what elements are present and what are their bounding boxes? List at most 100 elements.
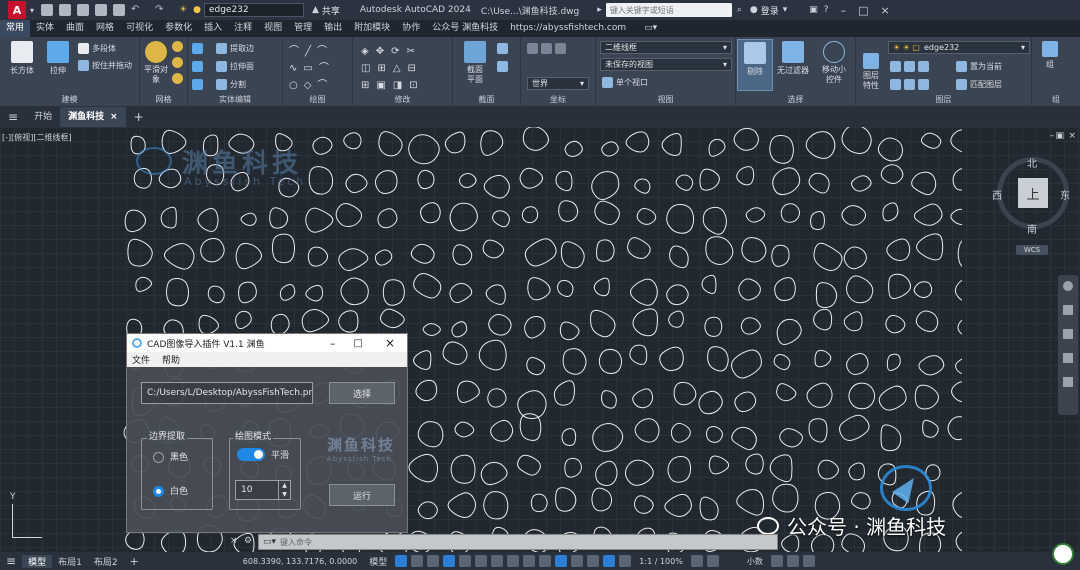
compass-north[interactable]: 北 [1027,155,1037,170]
blob-contour[interactable] [271,233,296,264]
blob-contour[interactable] [564,140,583,157]
radio-white[interactable]: 白色 [153,484,188,497]
run-button[interactable]: 运行 [329,484,395,506]
blob-contour[interactable] [815,282,838,309]
isolate-icon[interactable] [786,555,799,567]
blob-contour[interactable] [701,274,717,294]
blob-contour[interactable] [420,202,441,224]
blob-contour[interactable] [408,134,440,165]
blob-contour[interactable] [673,381,697,406]
compass-south[interactable]: 南 [1027,221,1037,236]
blob-contour[interactable] [634,178,651,194]
blob-contour[interactable] [954,278,962,302]
blob-contour[interactable] [526,356,546,376]
plugin-dialog[interactable]: CAD图像导入插件 V1.1 渊鱼 – □ × 文件 帮助 C:/Users/L… [126,333,408,533]
lineweight-icon[interactable] [507,555,520,567]
blob-contour[interactable] [269,207,289,229]
solid-intersect-button[interactable] [192,79,206,90]
blob-contour[interactable] [559,321,580,341]
radio-black-icon[interactable] [153,452,164,463]
radio-white-icon[interactable] [153,486,164,497]
blob-contour[interactable] [913,203,943,226]
tab-surface[interactable]: 曲面 [60,20,90,37]
hamburger-icon[interactable]: ≡ [0,107,26,127]
new-icon[interactable] [41,4,54,16]
blob-contour[interactable] [780,203,801,223]
quick-props-icon[interactable] [770,555,783,567]
blob-contour[interactable] [772,167,801,196]
solid-subtract-button[interactable] [192,61,206,72]
blob-contour[interactable] [522,127,549,151]
osnap-icon[interactable] [491,555,504,567]
blob-contour[interactable] [810,211,825,231]
blob-contour[interactable] [627,237,651,259]
blob-contour[interactable] [843,311,863,332]
image-path-input[interactable]: C:/Users/L/Desktop/AbyssFishTech.png [141,382,313,404]
blob-contour[interactable] [957,239,962,269]
viewport-max-icon[interactable]: ▣ [1055,131,1064,141]
blob-contour[interactable] [625,459,654,486]
blob-contour[interactable] [305,284,324,302]
blob-contour[interactable] [480,461,508,486]
blob-contour[interactable] [555,170,573,192]
blob-contour[interactable] [564,457,582,478]
extrude-face-button[interactable]: 拉伸面 [216,61,254,72]
blob-contour[interactable] [779,428,803,448]
blob-contour[interactable] [380,308,405,329]
blob-contour[interactable] [773,353,791,371]
nav-zoom-icon[interactable] [1063,329,1073,339]
command-close-icon[interactable]: × [230,536,238,546]
blob-contour[interactable] [839,414,870,441]
annotation-monitor-icon[interactable] [706,555,719,567]
dynamic-ucs-icon[interactable] [571,555,584,567]
blob-contour[interactable] [952,491,962,518]
visual-style-select[interactable]: 二维线框 ▾ [600,41,732,54]
stepper-icon[interactable]: ▲ ▼ [278,481,290,499]
blob-contour[interactable] [632,308,658,337]
tab-view[interactable]: 视图 [258,20,288,37]
extrude-button[interactable]: 拉伸 [40,39,76,76]
blob-contour[interactable] [456,380,480,403]
blob-contour[interactable] [950,208,962,226]
app-menu-chevron-icon[interactable]: ▾ [30,6,34,15]
blob-contour[interactable] [957,319,962,337]
blob-contour[interactable] [490,419,514,442]
blob-contour[interactable] [338,310,359,333]
dialog-close-icon[interactable]: × [385,336,395,350]
viewport-restore-icon[interactable]: – [1050,131,1055,141]
blob-contour[interactable] [808,172,830,194]
wcs-menu[interactable]: WCS [1016,245,1048,255]
blob-contour[interactable] [634,418,660,443]
blob-contour[interactable] [594,200,620,226]
blob-contour[interactable] [669,245,689,269]
blob-contour[interactable] [410,243,435,264]
tab-close-icon[interactable]: × [110,112,118,122]
presspull-button[interactable]: 按住并拖动 [78,60,132,71]
blob-contour[interactable] [664,493,692,517]
blob-contour[interactable] [417,501,438,520]
blob-contour[interactable] [734,391,757,413]
redo-icon[interactable]: ↷ [155,4,173,16]
blob-contour[interactable] [480,130,504,156]
section-tool-1[interactable] [497,43,511,54]
blob-contour[interactable] [776,318,802,345]
blob-contour[interactable] [846,353,869,375]
blob-contour[interactable] [670,422,691,443]
blob-contour[interactable] [478,339,507,371]
solid-union-button[interactable] [192,43,206,54]
sun-icon[interactable]: ☀ [179,5,187,15]
blob-contour[interactable] [661,133,682,156]
blob-contour[interactable] [947,416,962,441]
blob-contour[interactable] [848,382,876,410]
nav-orbit-icon[interactable] [1063,353,1073,363]
file-tab-start[interactable]: 开始 [26,107,60,127]
tab-visualize[interactable]: 可视化 [120,20,159,37]
match-layer-button[interactable]: 匹配图层 [956,79,1002,90]
tab-manage[interactable]: 管理 [288,20,318,37]
selection-cycling-icon[interactable] [539,555,552,567]
search-input[interactable]: 键入关键字或短语 [605,3,732,17]
blob-contour[interactable] [487,388,507,408]
blob-contour[interactable] [667,455,692,483]
blob-contour[interactable] [207,285,225,304]
ribbon-toggle-icon[interactable]: ▭▾ [638,20,663,37]
